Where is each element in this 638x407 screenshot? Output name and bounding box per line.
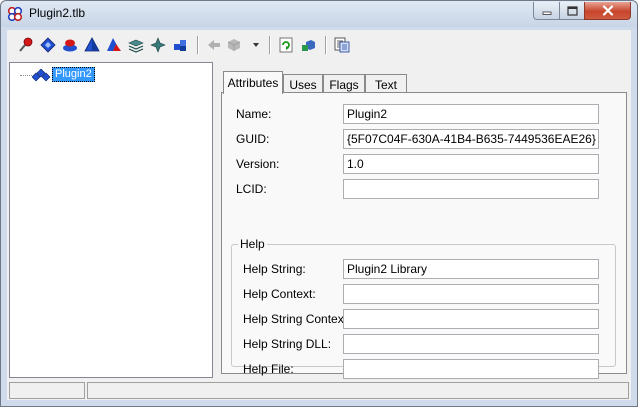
version-label: Version: xyxy=(236,157,280,171)
maximize-icon xyxy=(566,5,578,16)
compass-star-icon[interactable] xyxy=(149,36,167,54)
blue-diamond-icon[interactable] xyxy=(39,36,57,54)
minimize-icon xyxy=(542,11,551,15)
close-button[interactable] xyxy=(584,2,631,20)
help-group: Help Help String: Plugin2 Library Help C… xyxy=(231,237,616,379)
name-field[interactable]: Plugin2 xyxy=(343,104,599,124)
tab-attributes[interactable]: Attributes xyxy=(223,71,283,94)
typelib-app-icon xyxy=(7,6,23,22)
toolbar xyxy=(7,30,631,60)
refresh-icon[interactable] xyxy=(277,36,295,54)
help-file-label: Help File: xyxy=(243,362,294,376)
layers-icon[interactable] xyxy=(127,36,145,54)
gray-cube-disabled-icon[interactable] xyxy=(225,36,243,54)
help-context-field[interactable] xyxy=(343,284,599,304)
cube-tool-icon[interactable] xyxy=(299,36,317,54)
back-arrow-disabled-icon[interactable] xyxy=(205,36,223,54)
help-group-title: Help xyxy=(238,237,267,251)
client-area: Plugin2 Attributes Uses Flags Text Name:… xyxy=(7,30,631,400)
toolbar-separator xyxy=(197,36,199,54)
tree-item-plugin2[interactable]: Plugin2 xyxy=(52,67,95,82)
help-string-dll-field[interactable] xyxy=(343,334,599,354)
status-bar xyxy=(7,381,631,400)
help-string-label: Help String: xyxy=(243,262,306,276)
red-blue-stack-icon[interactable] xyxy=(61,36,79,54)
minimize-button[interactable] xyxy=(533,2,560,20)
tab-uses[interactable]: Uses xyxy=(283,74,323,93)
guid-label: GUID: xyxy=(236,132,270,146)
help-file-field[interactable] xyxy=(343,359,599,379)
toolbar-separator xyxy=(269,36,271,54)
lcid-label: LCID: xyxy=(236,182,267,196)
help-string-context-label: Help String Context: xyxy=(243,312,351,326)
window-title: Plugin2.tlb xyxy=(29,6,86,20)
pane-splitter[interactable] xyxy=(214,62,218,378)
help-context-label: Help Context: xyxy=(243,287,316,301)
help-string-field[interactable]: Plugin2 Library xyxy=(343,259,599,279)
main-window: Plugin2.tlb Plugin2 Attributes Uses Flag… xyxy=(0,0,638,407)
red-blue-pyramid-icon[interactable] xyxy=(105,36,123,54)
version-field[interactable]: 1.0 xyxy=(343,154,599,174)
help-string-context-field[interactable] xyxy=(343,309,599,329)
tab-text[interactable]: Text xyxy=(365,74,407,93)
status-pane-main xyxy=(87,382,629,399)
red-pin-icon[interactable] xyxy=(17,36,35,54)
help-string-dll-label: Help String DLL: xyxy=(243,337,332,351)
attributes-panel: Name: Plugin2 GUID: {5F07C04F-630A-41B4-… xyxy=(221,92,627,379)
typelib-tree[interactable]: Plugin2 xyxy=(9,62,213,378)
dropdown-arrow-icon[interactable] xyxy=(251,36,261,54)
name-label: Name: xyxy=(236,107,272,121)
properties-sheet-icon[interactable] xyxy=(333,36,351,54)
close-icon xyxy=(602,5,613,16)
blue-cubes-icon[interactable] xyxy=(171,36,189,54)
blue-pyramid-icon[interactable] xyxy=(83,36,101,54)
library-icon xyxy=(32,68,50,82)
toolbar-separator xyxy=(325,36,327,54)
lcid-field[interactable] xyxy=(343,179,599,199)
tab-flags[interactable]: Flags xyxy=(323,74,365,93)
status-pane-left xyxy=(9,382,85,399)
title-bar[interactable]: Plugin2.tlb xyxy=(1,1,637,27)
guid-field[interactable]: {5F07C04F-630A-41B4-B635-7449536EAE26} xyxy=(343,129,599,149)
maximize-button[interactable] xyxy=(559,2,585,20)
